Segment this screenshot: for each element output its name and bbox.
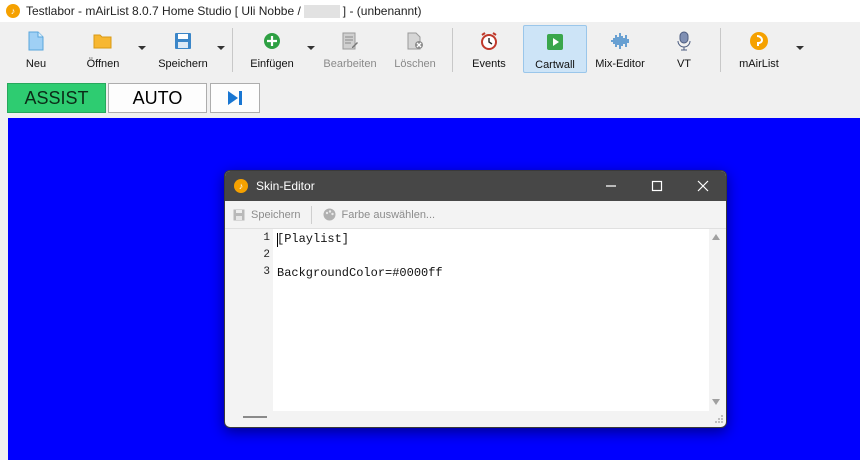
line-number: 3 [263, 266, 270, 278]
delete-button-label: Löschen [394, 58, 436, 70]
redacted-block [303, 4, 340, 18]
vertical-scrollbar[interactable] [709, 229, 724, 411]
new-button[interactable]: Neu [12, 25, 60, 73]
automation-mode-bar: ASSIST AUTO [0, 80, 860, 116]
window-title-prefix: Testlabor - mAirList 8.0.7 Home Studio [… [26, 4, 301, 18]
play-square-icon [545, 32, 565, 52]
mix-editor-button[interactable]: Mix-Editor [592, 25, 648, 73]
cartwall-button-label: Cartwall [535, 59, 575, 71]
skip-next-icon [228, 91, 242, 105]
close-button[interactable] [680, 171, 726, 201]
mairlist-logo-icon: ♪ [6, 4, 20, 18]
window-title-suffix: ] - (unbenannt) [342, 4, 422, 18]
app-titlebar: ♪ Testlabor - mAirList 8.0.7 Home Studio… [0, 0, 860, 22]
skip-next-button[interactable] [210, 83, 260, 113]
new-file-icon [26, 31, 46, 51]
mairlist-menu-label: mAirList [739, 58, 779, 70]
minimize-button[interactable] [588, 171, 634, 201]
choose-color-label: Farbe auswählen... [341, 208, 436, 221]
line-number: 2 [263, 249, 270, 261]
auto-mode-button[interactable]: AUTO [108, 83, 207, 113]
save-dropdown-icon[interactable] [217, 46, 225, 50]
folder-icon [93, 31, 113, 51]
events-button[interactable]: Events [466, 25, 512, 73]
toolbar-separator [232, 28, 233, 72]
line-number: 1 [263, 232, 270, 244]
toolbar-separator [452, 28, 453, 72]
floppy-disk-icon [232, 208, 246, 222]
insert-dropdown-icon[interactable] [307, 46, 315, 50]
edit-button-label: Bearbeiten [323, 58, 377, 70]
mix-editor-button-label: Mix-Editor [595, 58, 645, 70]
skin-editor-title: Skin-Editor [256, 179, 315, 193]
main-toolbar: Neu Öffnen Speichern Einfügen Bearbeiten… [0, 22, 860, 78]
toolbar-separator [310, 205, 312, 224]
skin-save-label: Speichern [251, 208, 301, 221]
save-button-label: Speichern [158, 58, 208, 70]
code-editor[interactable]: 1 2 3 [Playlist] BackgroundColor=#0000ff [229, 229, 713, 411]
horizontal-scroll-thumb[interactable] [243, 416, 267, 418]
color-palette-icon [323, 208, 337, 222]
delete-button[interactable]: Löschen [392, 25, 438, 73]
window-title: Testlabor - mAirList 8.0.7 Home Studio [… [26, 4, 422, 18]
mairlist-logo-icon: ♪ [234, 179, 248, 193]
scroll-up-icon[interactable] [712, 234, 720, 240]
vt-button[interactable]: VT [666, 25, 702, 73]
skin-save-button[interactable]: Speichern [232, 208, 301, 222]
mairlist-logo-icon [749, 31, 769, 51]
plus-circle-icon [262, 31, 282, 51]
line-number-gutter: 1 2 3 [229, 229, 273, 411]
save-button[interactable]: Speichern [154, 25, 212, 73]
edit-button[interactable]: Bearbeiten [322, 25, 378, 73]
mairlist-dropdown-icon[interactable] [796, 46, 804, 50]
close-icon [697, 180, 709, 192]
code-line[interactable]: BackgroundColor=#0000ff [277, 266, 443, 280]
events-button-label: Events [472, 58, 506, 70]
vt-button-label: VT [676, 58, 692, 70]
open-button[interactable]: Öffnen [80, 25, 126, 73]
skin-editor-toolbar: Speichern Farbe auswählen... [225, 201, 726, 229]
insert-button[interactable]: Einfügen [246, 25, 298, 73]
minimize-icon [606, 185, 616, 187]
microphone-icon [674, 31, 694, 51]
scroll-down-icon[interactable] [712, 399, 720, 405]
toolbar-separator [720, 28, 721, 72]
insert-button-label: Einfügen [250, 58, 294, 70]
code-line[interactable]: [Playlist] [277, 232, 349, 246]
maximize-button[interactable] [634, 171, 680, 201]
floppy-disk-icon [173, 31, 193, 51]
text-caret [277, 233, 278, 247]
cartwall-button[interactable]: Cartwall [523, 25, 587, 73]
assist-mode-button[interactable]: ASSIST [7, 83, 106, 113]
new-button-label: Neu [25, 58, 47, 70]
waveform-icon [610, 31, 630, 51]
maximize-icon [651, 180, 663, 192]
choose-color-button[interactable]: Farbe auswählen... [323, 208, 436, 222]
mairlist-menu-button[interactable]: mAirList [734, 25, 784, 73]
delete-file-icon [405, 31, 425, 51]
horizontal-scrollbar[interactable] [229, 411, 713, 423]
edit-document-icon [340, 31, 360, 51]
open-dropdown-icon[interactable] [138, 46, 146, 50]
alarm-clock-icon [479, 31, 499, 51]
resize-grip-icon[interactable] [713, 413, 725, 425]
skin-editor-dialog: ♪ Skin-Editor Speichern Farbe auswählen.… [224, 170, 727, 428]
open-button-label: Öffnen [86, 58, 120, 70]
